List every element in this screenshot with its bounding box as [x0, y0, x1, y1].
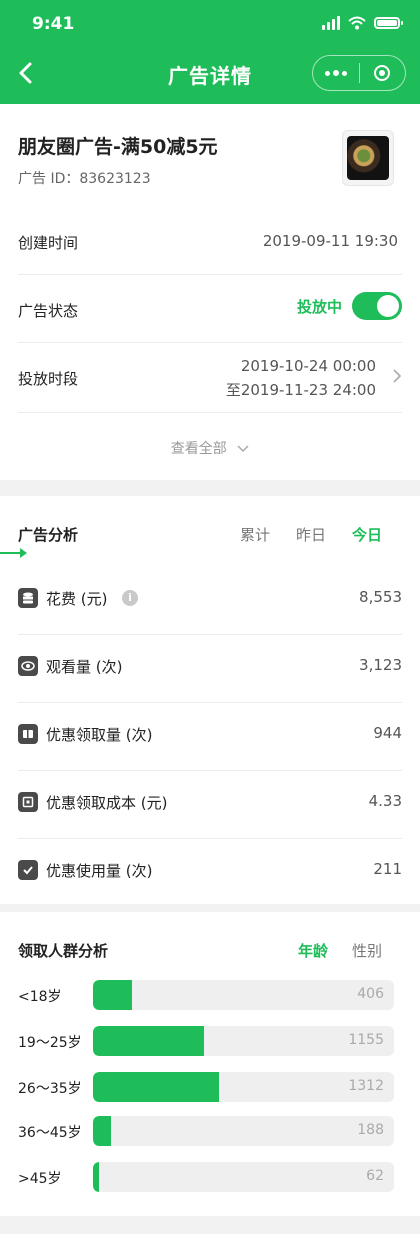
status-toggle-group: 投放中	[297, 292, 402, 320]
bar-fill	[93, 1072, 220, 1102]
created-time-value: 2019-09-11 19:30	[262, 232, 398, 250]
age-label: >45岁	[18, 1171, 62, 1187]
status-text: 投放中	[296, 297, 342, 316]
tab-today[interactable]: 今日	[352, 524, 382, 545]
created-time-row: 创建时间 2019-09-11 19:30	[18, 208, 402, 275]
tab-age[interactable]: 年龄	[298, 940, 328, 961]
more-dots-icon	[324, 70, 347, 76]
age-label: 36～45岁	[18, 1125, 82, 1141]
chevron-right-icon	[393, 369, 402, 383]
target-icon	[374, 65, 391, 81]
more-button[interactable]	[313, 56, 359, 90]
audience-analysis-card: 领取人群分析 年龄 性别 <18岁 406 19～25岁 1155 26～35岁…	[0, 912, 420, 1216]
period-end: 至2019-11-23 24:00	[225, 381, 376, 399]
metric-row-coupon-cost: 优惠领取成本 (元) 4.33	[18, 770, 402, 839]
bar-fill	[93, 1162, 100, 1192]
delivery-period-label: 投放时段	[18, 370, 79, 388]
bar-track: 62	[93, 1162, 394, 1192]
age-label: <18岁	[18, 989, 62, 1005]
metric-row-coupon-claims: 优惠领取量 (次) 944	[18, 702, 402, 771]
metric-value: 8,553	[359, 588, 402, 606]
bar-fill	[93, 980, 133, 1010]
status-time: 9:41	[32, 14, 75, 34]
audience-title: 领取人群分析	[18, 942, 109, 960]
bar-fill	[93, 1116, 112, 1146]
bar-value: 1155	[348, 1032, 384, 1048]
ad-details-card: 朋友圈广告-满50减5元 广告 ID：83623123 创建时间 2019-09…	[0, 104, 420, 480]
tab-cumulative[interactable]: 累计	[240, 524, 270, 545]
ticket-icon	[18, 724, 38, 744]
status-icons	[322, 16, 403, 30]
metric-label: 优惠领取成本 (元)	[46, 794, 168, 812]
metric-row-views: 观看量 (次) 3,123	[18, 634, 402, 703]
bar-value: 1312	[348, 1078, 384, 1094]
wifi-icon	[348, 16, 366, 30]
bar-value: 406	[357, 986, 384, 1002]
eye-icon	[18, 656, 38, 676]
ad-id: 广告 ID：83623123	[18, 171, 151, 187]
ad-status-row: 广告状态 投放中	[18, 276, 402, 343]
status-toggle[interactable]	[352, 292, 402, 320]
info-icon[interactable]: i	[122, 590, 138, 606]
audience-tabs: 年龄 性别	[298, 940, 382, 961]
bar-track: 1155	[93, 1026, 394, 1056]
ad-status-label: 广告状态	[18, 302, 79, 320]
mini-program-capsule	[312, 55, 406, 91]
age-bar-row: >45岁 62	[18, 1162, 394, 1192]
age-bar-row: 26～35岁 1312	[18, 1072, 394, 1102]
bar-fill	[93, 1026, 205, 1056]
analysis-tabs: 累计 昨日 今日	[240, 524, 382, 545]
tab-gender[interactable]: 性别	[352, 940, 382, 961]
check-icon	[18, 860, 38, 880]
analysis-title: 广告分析	[18, 526, 79, 544]
age-bar-row: <18岁 406	[18, 980, 394, 1010]
metric-row-spend: 花费 (元) i 8,553	[18, 566, 402, 635]
close-mini-program-button[interactable]	[360, 56, 406, 90]
metric-row-coupon-usage: 优惠使用量 (次) 211	[18, 838, 402, 906]
metric-label: 优惠领取量 (次)	[46, 726, 153, 744]
metric-label: 优惠使用量 (次)	[46, 862, 153, 880]
bar-track: 1312	[93, 1072, 394, 1102]
header: 9:41 广告详情	[0, 0, 420, 104]
period-start: 2019-10-24 00:00	[240, 357, 376, 375]
wallet-icon	[18, 792, 38, 812]
arrow-right-icon	[0, 548, 27, 558]
metric-value: 3,123	[359, 656, 402, 674]
tab-yesterday[interactable]: 昨日	[296, 524, 326, 545]
created-time-label: 创建时间	[18, 234, 79, 252]
signal-icon	[322, 16, 340, 30]
ad-title: 朋友圈广告-满50减5元	[18, 136, 218, 158]
battery-icon	[374, 17, 403, 29]
metric-value: 944	[373, 724, 402, 742]
ad-thumbnail[interactable]	[342, 130, 394, 186]
bar-track: 406	[93, 980, 394, 1010]
ad-analysis-card: 广告分析 累计 昨日 今日 花费 (元) i 8,553 观看量 (次) 3,1…	[0, 496, 420, 904]
metric-value: 4.33	[368, 792, 402, 810]
database-icon	[18, 588, 38, 608]
food-image	[347, 136, 389, 180]
metric-value: 211	[373, 860, 402, 878]
delivery-period-value: 2019-10-24 00:00 至2019-11-23 24:00	[226, 354, 376, 402]
age-bar-row: 19～25岁 1155	[18, 1026, 394, 1056]
age-bar-row: 36～45岁 188	[18, 1116, 394, 1146]
age-label: 26～35岁	[18, 1081, 82, 1097]
age-label: 19～25岁	[18, 1035, 82, 1051]
see-all-button[interactable]: 查看全部	[0, 438, 420, 458]
bar-track: 188	[93, 1116, 394, 1146]
bar-value: 188	[357, 1122, 384, 1138]
chevron-down-icon	[237, 445, 249, 453]
bar-value: 62	[366, 1168, 384, 1184]
metric-label: 花费 (元)	[46, 590, 108, 608]
delivery-period-row[interactable]: 投放时段 2019-10-24 00:00 至2019-11-23 24:00	[18, 344, 402, 413]
see-all-label: 查看全部	[170, 441, 227, 457]
metric-label: 观看量 (次)	[46, 658, 123, 676]
